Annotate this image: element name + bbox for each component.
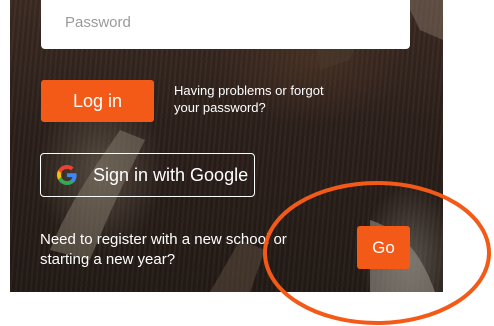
google-icon: [55, 163, 79, 187]
password-field-wrapper: [41, 0, 410, 49]
register-prompt: Need to register with a new school or st…: [40, 231, 287, 268]
forgot-password-link[interactable]: Having problems or forgot your password?: [174, 82, 344, 116]
go-button[interactable]: Go: [357, 226, 410, 269]
screenshot-stage: Log in Having problems or forgot your pa…: [0, 0, 494, 326]
google-signin-label: Sign in with Google: [93, 164, 249, 185]
google-signin-button[interactable]: Sign in with Google: [40, 153, 255, 197]
login-button[interactable]: Log in: [41, 80, 154, 122]
password-input[interactable]: [65, 0, 386, 47]
